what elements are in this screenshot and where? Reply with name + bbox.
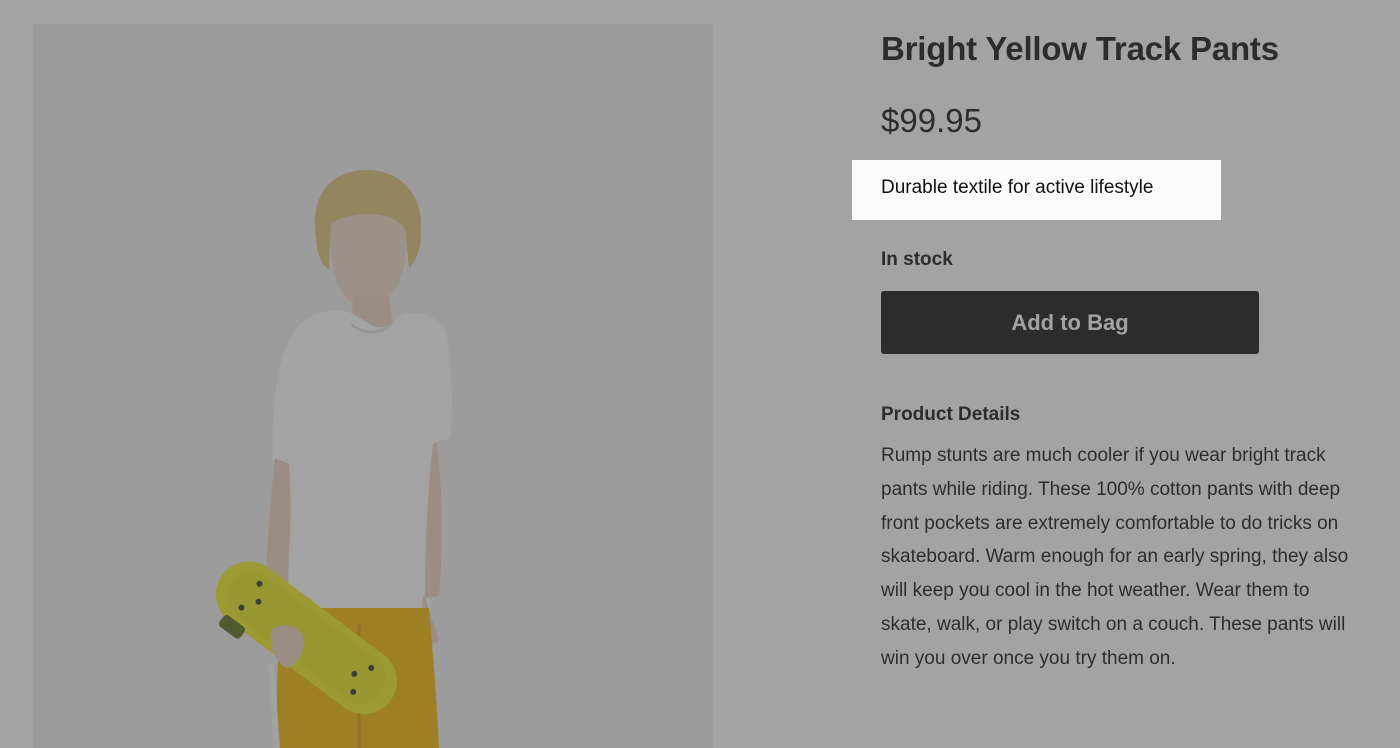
product-page: Bright Yellow Track Pants $99.95 In stoc… [0,0,1400,748]
product-title: Bright Yellow Track Pants [881,30,1279,67]
tagline-highlight-box: Durable textile for active lifestyle [852,160,1221,220]
add-to-bag-button[interactable]: Add to Bag [881,291,1259,354]
product-tagline: Durable textile for active lifestyle [881,177,1154,198]
product-image [33,24,713,748]
product-price: $99.95 [881,102,982,139]
product-details-heading: Product Details [881,404,1021,425]
stock-status: In stock [881,249,953,270]
product-details-text: Rump stunts are much cooler if you wear … [881,445,1349,669]
